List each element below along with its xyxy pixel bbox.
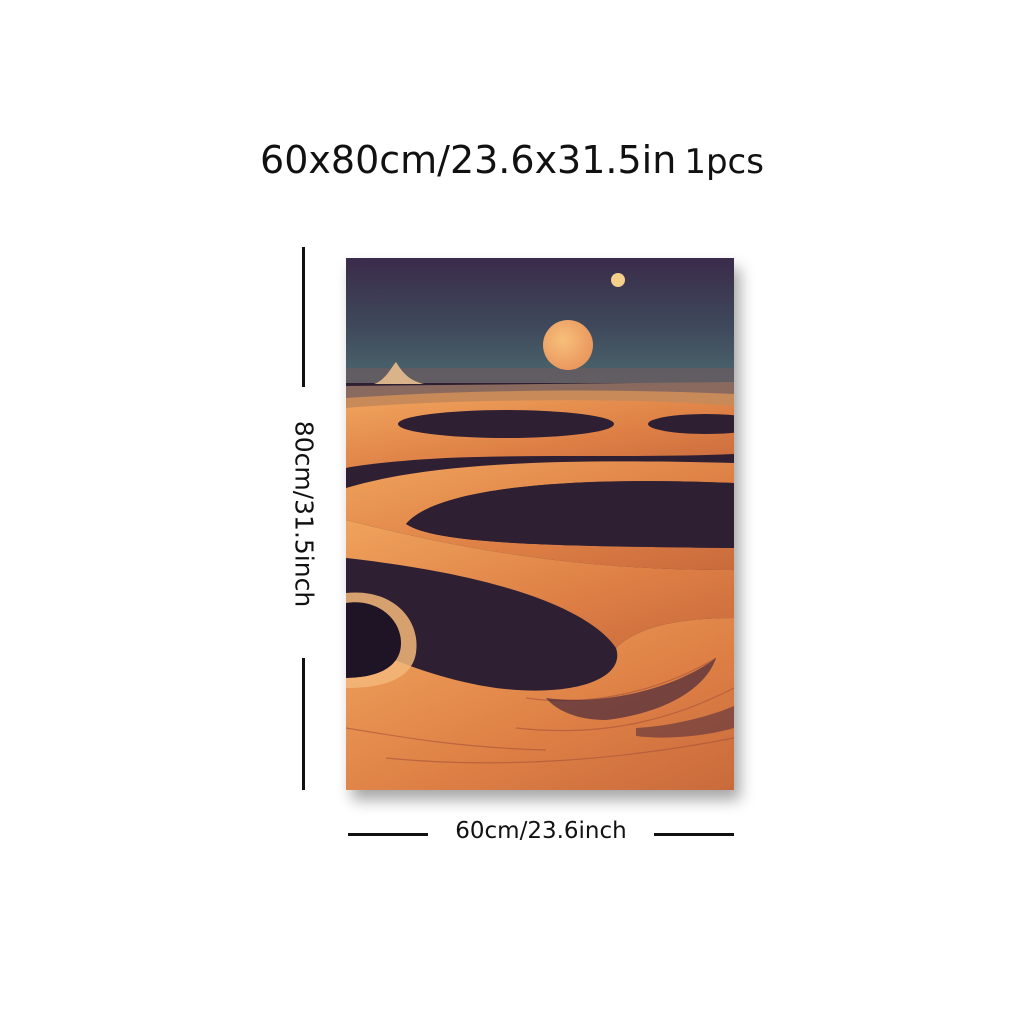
width-dimension-line-right (654, 833, 734, 836)
height-dimension-label: 80cm/31.5inch (289, 420, 319, 608)
height-dimension-line-top (302, 247, 305, 387)
height-dimension-line-bottom (302, 658, 305, 790)
sun (543, 320, 593, 370)
moon (611, 273, 625, 287)
product-size-headline: 60x80cm/23.6x31.5in 1pcs (0, 138, 1024, 182)
size-text: 60x80cm/23.6x31.5in (260, 138, 677, 182)
canvas-print (346, 258, 734, 790)
quantity-text: 1pcs (684, 142, 764, 182)
width-dimension-label: 60cm/23.6inch (455, 818, 627, 844)
artwork-image (346, 258, 734, 790)
width-dimension-line-left (348, 833, 428, 836)
